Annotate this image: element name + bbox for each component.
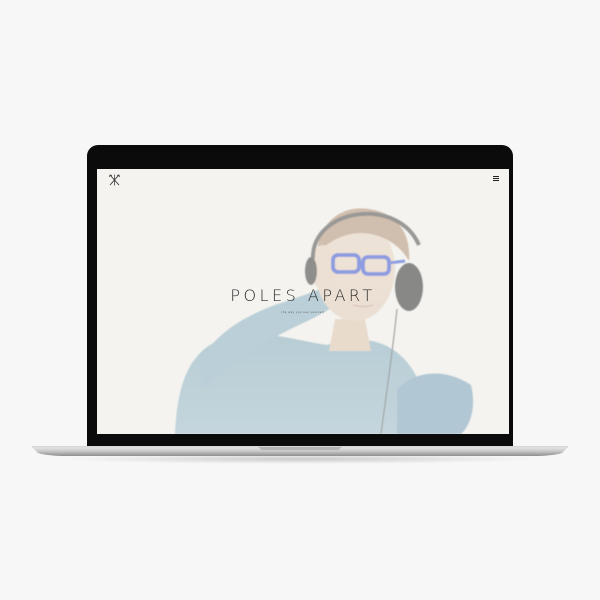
hero-title: POLES APART: [230, 286, 376, 305]
laptop-screen: POLES APART the way you see yourself: [97, 169, 509, 434]
laptop-base: [32, 446, 568, 456]
page: POLES APART the way you see yourself: [0, 0, 600, 600]
crossed-arrows-logo-icon[interactable]: [109, 174, 120, 186]
hamburger-menu-icon[interactable]: [493, 176, 499, 181]
hero-tagline: the way you see yourself: [281, 311, 325, 314]
